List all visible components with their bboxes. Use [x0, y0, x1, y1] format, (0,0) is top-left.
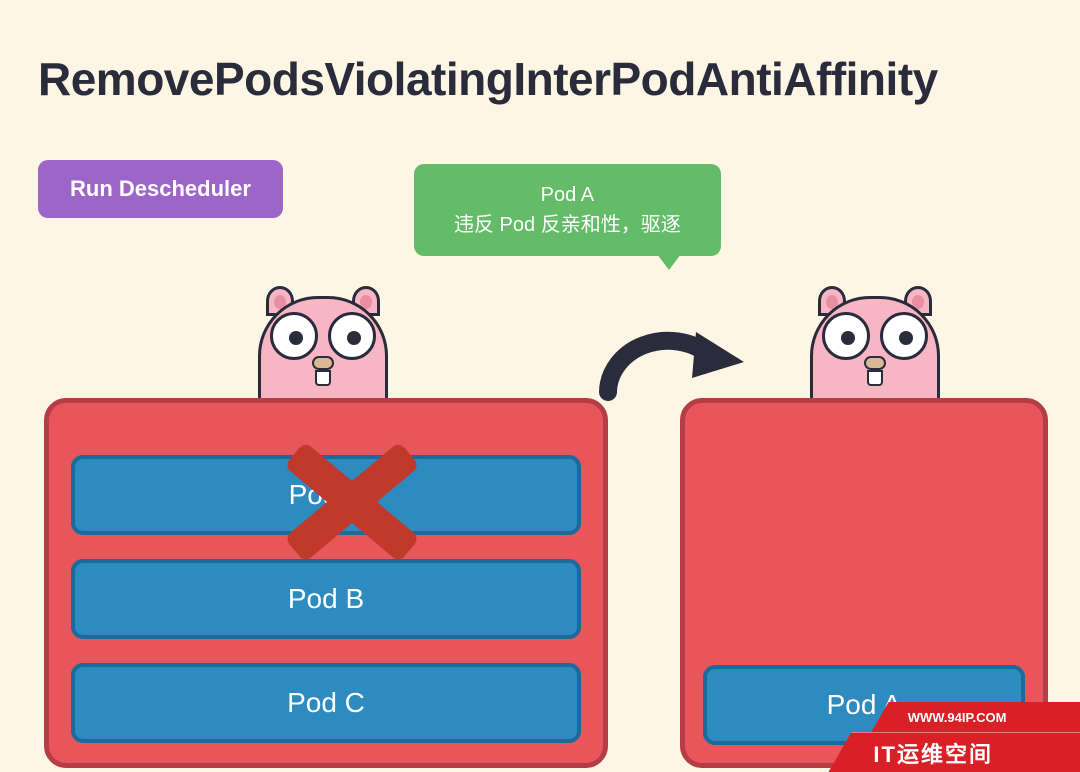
gopher-icon	[810, 278, 940, 413]
curved-arrow-right-icon	[596, 320, 746, 410]
page-title: RemovePodsViolatingInterPodAntiAffinity	[38, 52, 938, 106]
banner-brand: IT运维空间	[874, 737, 994, 769]
red-cross-icon	[282, 432, 422, 572]
pod-item: Pod C	[71, 663, 581, 743]
watermark-banner: WWW.94IP.COM IT运维空间	[810, 702, 1080, 772]
run-descheduler-button[interactable]: Run Descheduler	[38, 160, 283, 218]
speech-line-2: 违反 Pod 反亲和性，驱逐	[454, 210, 681, 240]
banner-url: WWW.94IP.COM	[908, 710, 1007, 725]
gopher-icon	[258, 278, 388, 413]
speech-bubble: Pod A 违反 Pod 反亲和性，驱逐	[414, 164, 721, 256]
speech-line-1: Pod A	[454, 180, 681, 210]
